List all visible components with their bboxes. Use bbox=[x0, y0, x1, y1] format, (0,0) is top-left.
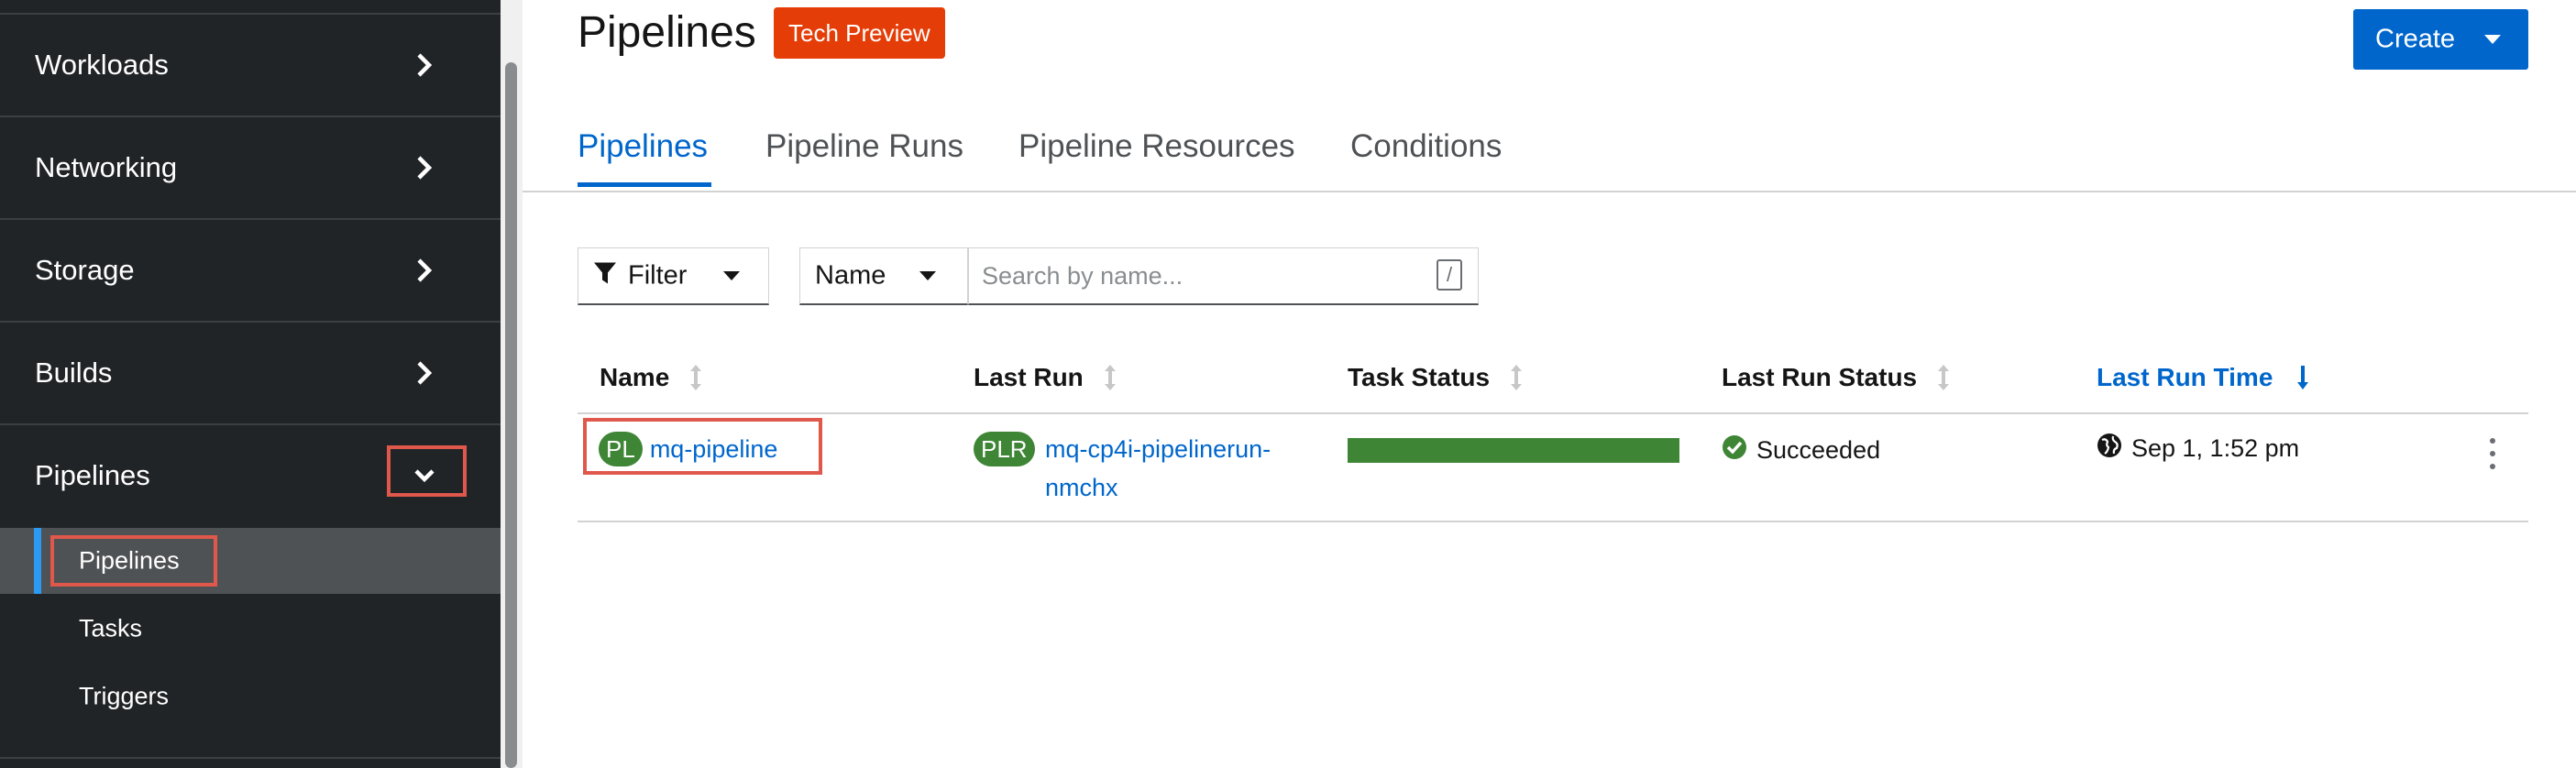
column-header-last-run-time[interactable]: Last Run Time bbox=[2097, 363, 2309, 392]
sidebar-scrollbar-thumb[interactable] bbox=[505, 62, 517, 768]
sidebar-item-label: Pipelines bbox=[35, 459, 150, 491]
column-header-label: Last Run bbox=[974, 363, 1084, 391]
column-header-label: Task Status bbox=[1348, 363, 1491, 391]
column-header-last-run-status[interactable]: Last Run Status bbox=[1722, 363, 1950, 392]
pipeline-name-link[interactable]: mq-pipeline bbox=[650, 435, 778, 464]
sort-icon bbox=[689, 364, 702, 391]
pipelinerun-link-continued[interactable]: nmchx bbox=[1045, 474, 1118, 502]
filter-icon bbox=[593, 261, 617, 291]
caret-down-icon bbox=[2484, 35, 2501, 44]
sort-icon bbox=[1104, 364, 1117, 391]
pipelinerun-badge: PLR bbox=[974, 432, 1035, 466]
search-shortcut-hint: / bbox=[1437, 259, 1462, 291]
last-run-time: Sep 1, 1:52 pm bbox=[2131, 434, 2300, 462]
sidebar-item-label: Builds bbox=[35, 357, 113, 389]
status-text: Succeeded bbox=[1756, 436, 1881, 464]
last-run-status-cell: Succeeded bbox=[1722, 434, 1880, 466]
sidebar-item-workloads[interactable]: Workloads bbox=[0, 15, 501, 115]
caret-down-icon bbox=[723, 271, 740, 280]
column-header-label: Last Run Time bbox=[2097, 363, 2273, 391]
name-select-label: Name bbox=[815, 260, 886, 291]
pipelinerun-link[interactable]: mq-cp4i-pipelinerun- bbox=[1045, 435, 1271, 464]
last-run-time-cell: Sep 1, 1:52 pm bbox=[2097, 433, 2299, 465]
pipeline-badge: PL bbox=[599, 432, 643, 466]
create-button[interactable]: Create bbox=[2353, 9, 2528, 70]
sidebar-item-label: Storage bbox=[35, 254, 135, 286]
chevron-right-icon bbox=[409, 152, 440, 183]
sidebar-item-label: Networking bbox=[35, 151, 178, 183]
name-select[interactable]: Name bbox=[799, 247, 968, 305]
search-input[interactable] bbox=[968, 247, 1479, 305]
create-button-label: Create bbox=[2375, 24, 2456, 54]
sidebar-item-label: Workloads bbox=[35, 49, 169, 81]
column-header-label: Name bbox=[600, 363, 670, 391]
caret-down-icon bbox=[919, 271, 936, 280]
tabs-divider bbox=[523, 191, 2576, 192]
last-run-cell: PLR mq-cp4i-pipelinerun- nmchx bbox=[974, 432, 1271, 501]
active-tab-indicator bbox=[578, 182, 711, 187]
table-header-divider bbox=[578, 412, 2528, 414]
sidebar-subitem-label: Triggers bbox=[79, 682, 170, 710]
filter-label: Filter bbox=[628, 260, 688, 291]
table-row-divider bbox=[578, 521, 2528, 522]
sort-icon bbox=[1937, 364, 1950, 391]
sort-desc-icon bbox=[2296, 365, 2309, 390]
filter-dropdown[interactable]: Filter bbox=[578, 247, 769, 305]
globe-icon bbox=[2097, 433, 2122, 465]
nav-divider bbox=[0, 757, 501, 759]
chevron-right-icon bbox=[409, 255, 440, 286]
column-header-task-status[interactable]: Task Status bbox=[1348, 363, 1523, 392]
chevron-right-icon bbox=[409, 357, 440, 389]
sidebar-subitem-label: Tasks bbox=[79, 614, 143, 642]
sidebar-subitem-triggers[interactable]: Triggers bbox=[0, 664, 501, 730]
success-check-icon bbox=[1722, 434, 1747, 466]
kebab-menu-icon[interactable] bbox=[2487, 438, 2498, 469]
page-title: Pipelines bbox=[578, 8, 756, 57]
highlight-box bbox=[387, 445, 467, 497]
highlight-box bbox=[50, 535, 217, 587]
main-content: Pipelines Tech Preview Create Pipelines … bbox=[523, 0, 2576, 768]
chevron-right-icon bbox=[409, 49, 440, 81]
sidebar-item-networking[interactable]: Networking bbox=[0, 117, 501, 218]
sidebar-subitem-tasks[interactable]: Tasks bbox=[0, 596, 501, 662]
column-header-last-run[interactable]: Last Run bbox=[974, 363, 1117, 392]
tab-pipeline-runs[interactable]: Pipeline Runs bbox=[765, 128, 963, 165]
sidebar-nav: Workloads Networking Storage Builds Pipe… bbox=[0, 0, 501, 768]
sidebar-item-builds[interactable]: Builds bbox=[0, 323, 501, 423]
column-header-name[interactable]: Name bbox=[600, 363, 702, 392]
sidebar-item-storage[interactable]: Storage bbox=[0, 220, 501, 321]
tab-pipeline-resources[interactable]: Pipeline Resources bbox=[1018, 128, 1295, 165]
pipeline-name-cell: PL mq-pipeline bbox=[599, 432, 777, 466]
tab-pipelines[interactable]: Pipelines bbox=[578, 128, 708, 165]
sort-icon bbox=[1510, 364, 1523, 391]
column-header-label: Last Run Status bbox=[1722, 363, 1918, 391]
tab-conditions[interactable]: Conditions bbox=[1350, 128, 1502, 165]
tech-preview-badge: Tech Preview bbox=[774, 7, 945, 59]
task-status-bar bbox=[1348, 438, 1679, 463]
